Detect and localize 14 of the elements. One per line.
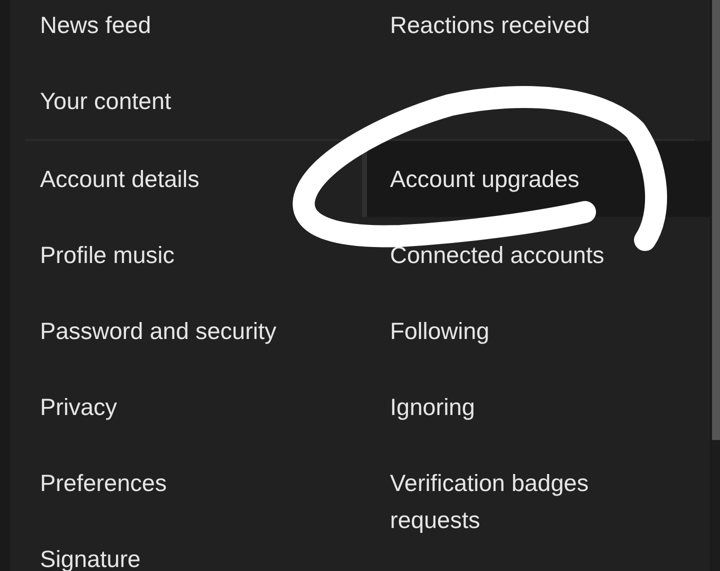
menu-item[interactable]: Connected accounts [362,217,710,293]
menu-item[interactable]: Privacy [25,369,362,445]
menu-item[interactable]: Ignoring [362,369,710,445]
menu-item[interactable]: Account details [25,141,362,217]
menu-item[interactable]: Account upgrades [362,141,710,217]
menu-item[interactable]: Profile music [25,217,362,293]
menu-item[interactable]: Password and security [25,293,362,369]
menu-item[interactable]: Verification badges requests [362,445,710,558]
menu-item[interactable]: Preferences [25,445,362,521]
menu-item[interactable]: Reactions received [362,0,710,63]
menu-item[interactable]: News feed [25,0,362,63]
scrollbar-thumb[interactable] [712,0,720,440]
menu-item[interactable]: Your content [25,63,362,139]
menu-item[interactable]: Following [362,293,710,369]
